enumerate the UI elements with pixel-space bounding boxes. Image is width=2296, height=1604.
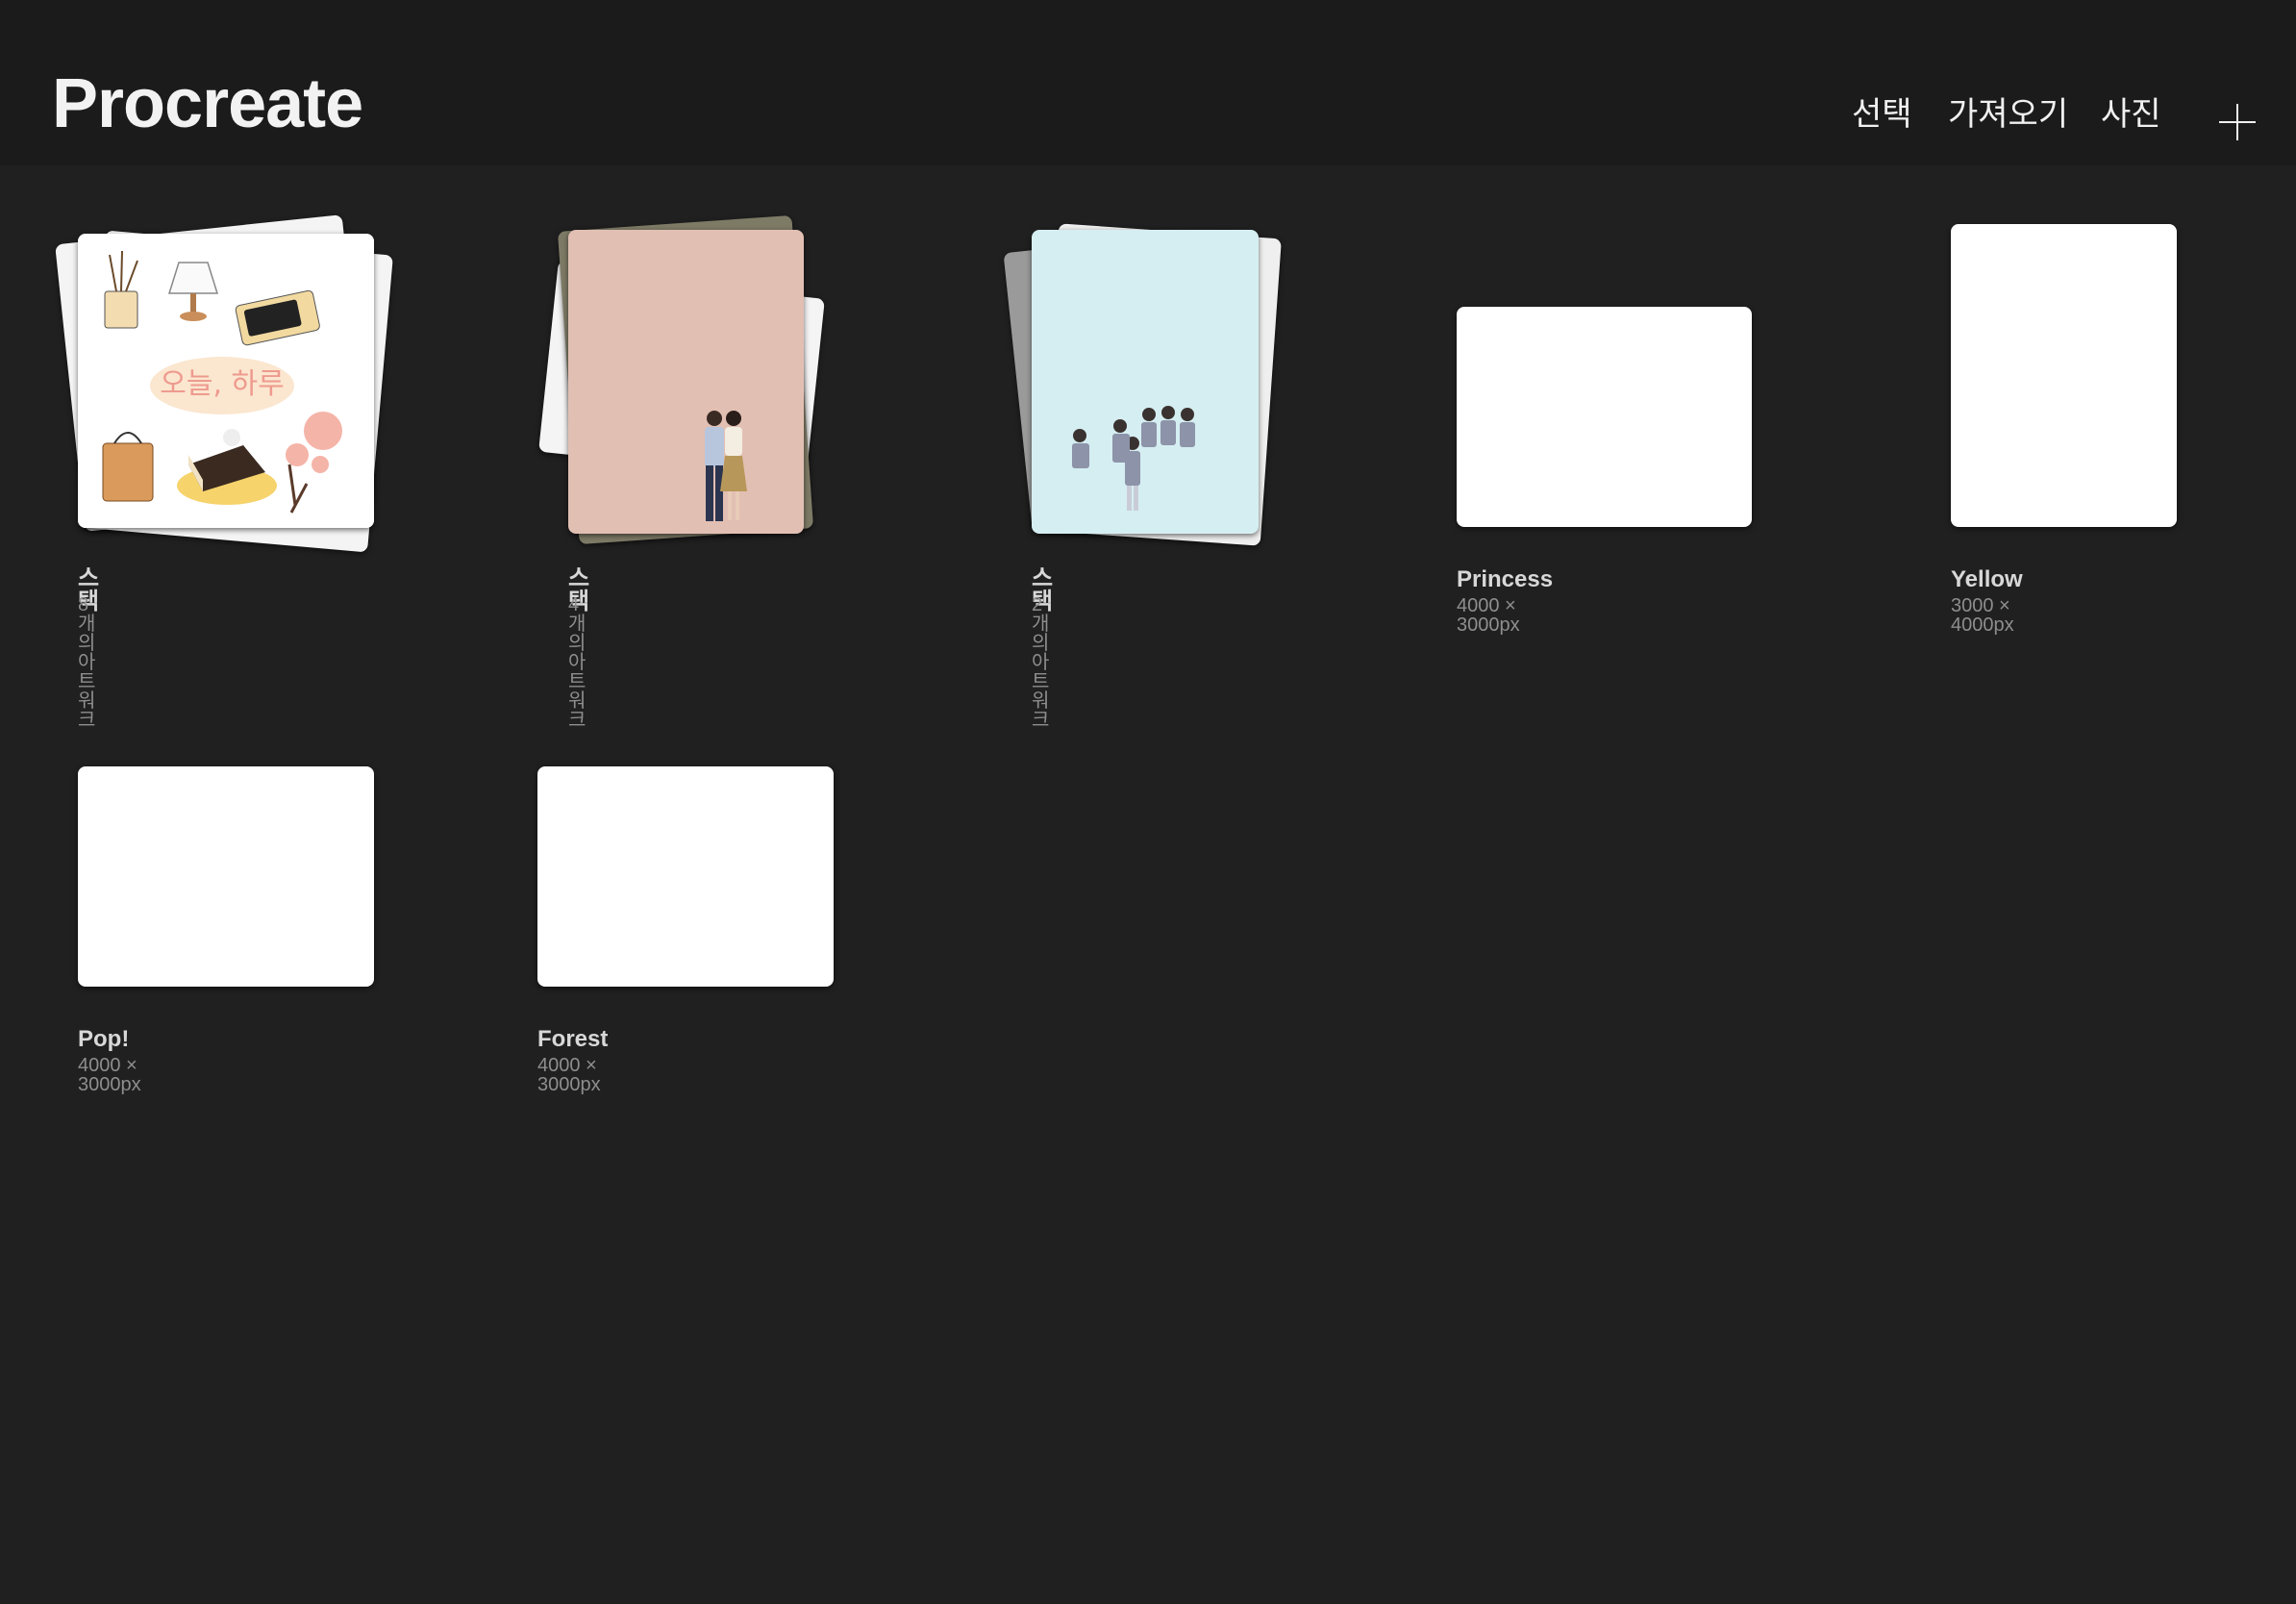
item-subtitle: 8개의 아트워크 — [78, 594, 96, 731]
item-title: Forest — [537, 1026, 609, 1052]
stack-thumbnail: 오늘, 하루 — [78, 234, 374, 528]
app-title: Procreate — [52, 65, 363, 142]
item-subtitle: 3000 × 4000px — [1951, 595, 2014, 636]
photo-button[interactable]: 사진 — [2101, 98, 2161, 131]
artwork-thumbnail — [537, 766, 834, 987]
item-subtitle: 4000 × 3000px — [537, 1055, 601, 1095]
item-title: Yellow — [1951, 566, 2023, 592]
group-illustration-image — [1072, 406, 1195, 511]
top-bar: Procreate 선택 가져오기 사진 — [0, 0, 2296, 165]
artwork-thumbnail — [78, 766, 374, 987]
artwork-thumbnail — [1951, 224, 2177, 527]
item-title: Pop! — [78, 1026, 130, 1052]
doodle-artwork-image: 오늘, 하루 — [78, 234, 374, 528]
import-button[interactable]: 가져오기 — [1948, 98, 2068, 131]
thumb-title-text: 오늘, 하루 — [160, 367, 284, 401]
stack-thumbnail — [1032, 230, 1259, 534]
new-canvas-plus-icon[interactable] — [2219, 104, 2256, 140]
stack-thumbnail — [568, 230, 804, 534]
artwork-thumbnail — [1457, 307, 1752, 527]
item-subtitle: 4000 × 3000px — [1457, 595, 1520, 636]
item-subtitle: 4000 × 3000px — [78, 1055, 141, 1095]
couple-illustration-image — [705, 411, 747, 521]
item-title: Princess — [1457, 566, 1554, 592]
select-button[interactable]: 선택 — [1852, 98, 1912, 131]
item-subtitle: 4개의 아트워크 — [568, 594, 586, 731]
item-subtitle: 2개의 아트워크 — [1032, 594, 1050, 731]
